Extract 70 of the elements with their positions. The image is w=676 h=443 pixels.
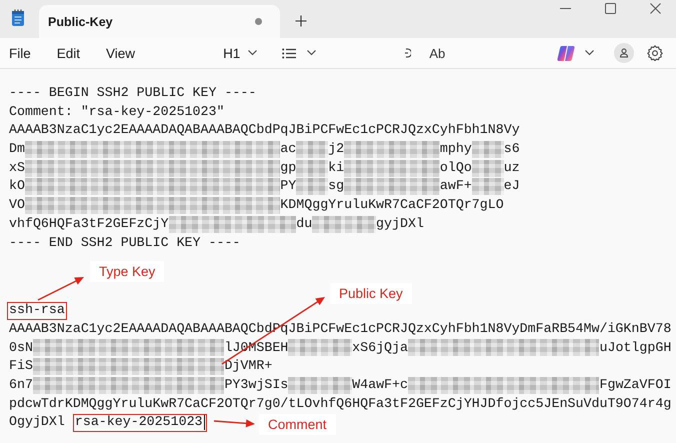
code-text: ssh-rsa [9,301,65,320]
code-text: uJotlgpGH [599,338,672,357]
code-text: eJ [504,177,520,196]
blurred-text [296,178,328,196]
code-text: gp [280,158,296,177]
code-text: ac [280,140,296,158]
blurred-text [472,140,504,158]
code-text: Comment: "rsa-key-20251023" [9,102,224,121]
list-icon[interactable] [282,48,296,58]
blurred-text [472,178,504,196]
code-text: 6n7 [9,376,33,394]
code-text: ---- BEGIN SSH2 PUBLIC KEY ---- [9,84,256,102]
spellcheck-button[interactable]: Ab [429,46,446,60]
code-text: AAAAB3NzaC1yc2EAAAADAQABAAABAQCbdPqJBiPCFwEc1cPCRJQzxCyhFbh1N8Vy [9,121,520,140]
code-text: awF+ [440,177,472,196]
code-text: pdcwTdrKDMQggYruluKwR7CaCF2OTQr7g0/tLOvhfQ6HQFa3tF2GEFzCjYHJDfojcc5JEnSuVduT9O74r4g [9,394,672,413]
code-text: PY [280,177,296,196]
tab-title: Public-Key [48,14,114,28]
code-text: uz [504,158,520,177]
annotation-label: Public Key [330,283,412,304]
chevron-down-icon[interactable] [307,50,316,56]
maximize-icon[interactable] [605,3,616,14]
heading-dropdown[interactable]: H1 [223,46,258,60]
code-text: FiS [9,357,33,376]
code-text: mphy [440,140,472,158]
code-text: sg [328,177,344,196]
code-text: DjVMR+ [224,357,272,376]
code-text: ---- END SSH2 PUBLIC KEY ---- [9,234,240,252]
code-text: W4awF+c [352,376,408,394]
blurred-text [472,160,504,177]
code-text: ki [328,158,344,177]
menu-item[interactable]: Edit [56,46,80,60]
chevron-down-icon[interactable] [585,50,594,56]
code-text: olQo [440,158,472,177]
menu-item[interactable]: File [9,46,31,60]
blurred-text [288,376,352,394]
account-icon[interactable] [614,43,634,63]
notepad-icon [11,9,25,27]
code-text: 0sN [9,338,33,357]
annotation-label: Type Key [90,261,164,282]
new-tab-icon[interactable] [295,15,307,27]
close-icon[interactable] [650,3,661,14]
code-text: gyjDXl [376,214,424,233]
code-text: FgwZaVFOI [599,376,672,394]
blurred-text [288,339,352,356]
code-text: j2 [328,140,344,158]
document-tab[interactable]: Public-Key [39,5,280,38]
code-text: vhfQ6HQFa3tF2GEFzCjY [9,214,169,233]
blurred-text [296,140,328,158]
copilot-icon[interactable] [557,44,575,62]
annotation-label: Comment [259,414,336,435]
code-text: s6 [504,140,520,158]
code-text: KDMQggYruluKwR7CaCF2OTQr7g [280,196,488,214]
code-text: PY3wjSIs [224,376,288,394]
arrow [38,277,84,301]
settings-icon[interactable] [647,45,663,61]
code-text: rsa-key-20251023 [74,413,203,432]
chevron-down-icon [248,50,258,56]
menu-item[interactable]: View [106,46,136,60]
code-text: VO [9,196,25,214]
code-text: du [296,214,312,233]
code-text: kO [9,177,25,196]
code-text: LO [488,196,504,214]
blurred-text [296,160,328,177]
code-text: OgyjDXl [9,413,65,432]
arrow [214,419,255,428]
code-text: xS [9,158,25,177]
code-text: Dm [9,140,25,158]
code-text: xS6jQja [352,338,408,357]
blurred-text [312,216,376,233]
